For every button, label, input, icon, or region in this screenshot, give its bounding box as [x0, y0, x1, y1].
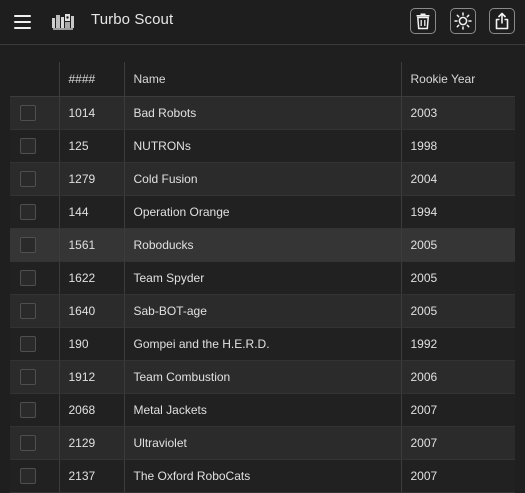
table-row[interactable]: 2129 Ultraviolet 2007	[10, 426, 515, 460]
row-checkbox[interactable]	[20, 303, 36, 319]
rookie-year-cell: 2007	[401, 393, 515, 427]
team-number-cell: 1561	[59, 228, 125, 262]
rookie-year-cell: 2004	[401, 162, 515, 196]
select-column-header	[10, 62, 60, 97]
team-number-cell: 2137	[59, 459, 125, 493]
team-name-cell: The Oxford RoboCats	[124, 459, 402, 493]
rookie-year-cell: 2005	[401, 294, 515, 328]
table-row-hovered[interactable]: 1561 Roboducks 2005	[10, 228, 515, 262]
table-row[interactable]: 2137 The Oxford RoboCats 2007	[10, 459, 515, 493]
team-name-cell: Metal Jackets	[124, 393, 402, 427]
team-name-cell: Gompei and the H.E.R.D.	[124, 327, 402, 361]
rookie-year-cell: 1998	[401, 129, 515, 163]
share-button[interactable]	[489, 8, 515, 34]
name-column-header[interactable]: Name	[124, 62, 402, 97]
rookie-year-cell: 2003	[401, 96, 515, 130]
row-checkbox[interactable]	[20, 336, 36, 352]
table-row[interactable]: 1279 Cold Fusion 2004	[10, 162, 515, 196]
rookie-year-cell: 2006	[401, 360, 515, 394]
team-number-cell: 1279	[59, 162, 125, 196]
team-name-cell: NUTRONs	[124, 129, 402, 163]
share-icon	[495, 12, 509, 30]
team-number-cell: 2129	[59, 426, 125, 460]
menu-icon[interactable]	[12, 12, 34, 32]
teams-table: #### Name Rookie Year 1014 Bad Robots 20…	[10, 62, 515, 493]
team-number-cell: 125	[59, 129, 125, 163]
row-checkbox[interactable]	[20, 468, 36, 484]
team-name-cell: Sab-BOT-age	[124, 294, 402, 328]
theme-toggle-button[interactable]	[450, 8, 476, 34]
rookie-year-cell: 1994	[401, 195, 515, 229]
trash-icon	[416, 13, 430, 30]
row-checkbox[interactable]	[20, 237, 36, 253]
team-name-cell: Operation Orange	[124, 195, 402, 229]
row-checkbox[interactable]	[20, 204, 36, 220]
table-row[interactable]: 1640 Sab-BOT-age 2005	[10, 294, 515, 328]
team-number-cell: 2068	[59, 393, 125, 427]
team-number-cell: 190	[59, 327, 125, 361]
app-title: Turbo Scout	[91, 11, 174, 28]
table-row[interactable]: 1622 Team Spyder 2005	[10, 261, 515, 295]
team-number-cell: 1622	[59, 261, 125, 295]
row-checkbox[interactable]	[20, 171, 36, 187]
table-header-row: #### Name Rookie Year	[10, 62, 515, 97]
team-name-cell: Bad Robots	[124, 96, 402, 130]
row-checkbox[interactable]	[20, 105, 36, 121]
team-number-cell: 1014	[59, 96, 125, 130]
rookie-year-cell: 2007	[401, 459, 515, 493]
sun-icon	[454, 12, 472, 30]
table-row[interactable]: 190 Gompei and the H.E.R.D. 1992	[10, 327, 515, 361]
team-name-cell: Team Spyder	[124, 261, 402, 295]
rookie-year-cell: 1992	[401, 327, 515, 361]
table-row[interactable]: 1014 Bad Robots 2003	[10, 96, 515, 130]
row-checkbox[interactable]	[20, 138, 36, 154]
rookie-year-cell: 2005	[401, 228, 515, 262]
team-name-cell: Cold Fusion	[124, 162, 402, 196]
table-row[interactable]: 2068 Metal Jackets 2007	[10, 393, 515, 427]
team-name-cell: Ultraviolet	[124, 426, 402, 460]
row-checkbox[interactable]	[20, 369, 36, 385]
row-checkbox[interactable]	[20, 402, 36, 418]
team-number-column-header[interactable]: ####	[59, 62, 125, 97]
rookie-year-column-header[interactable]: Rookie Year	[401, 62, 515, 97]
rookie-year-cell: 2005	[401, 261, 515, 295]
table-row[interactable]: 125 NUTRONs 1998	[10, 129, 515, 163]
robot-logo-icon	[51, 12, 75, 32]
delete-button[interactable]	[410, 8, 436, 34]
row-checkbox[interactable]	[20, 270, 36, 286]
team-name-cell: Team Combustion	[124, 360, 402, 394]
team-number-cell: 1640	[59, 294, 125, 328]
team-number-cell: 144	[59, 195, 125, 229]
rookie-year-cell: 2007	[401, 426, 515, 460]
table-row[interactable]: 144 Operation Orange 1994	[10, 195, 515, 229]
app-bar: Turbo Scout	[0, 0, 525, 45]
table-row[interactable]: 1912 Team Combustion 2006	[10, 360, 515, 394]
row-checkbox[interactable]	[20, 435, 36, 451]
team-number-cell: 1912	[59, 360, 125, 394]
team-name-cell: Roboducks	[124, 228, 402, 262]
